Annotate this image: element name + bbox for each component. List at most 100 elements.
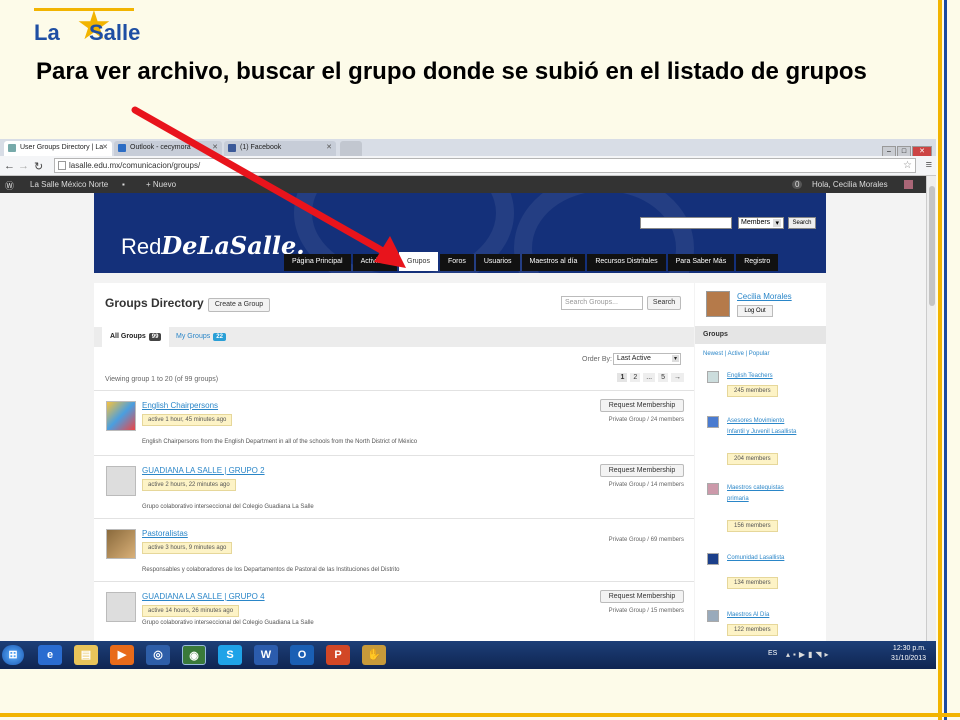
- forward-icon[interactable]: →: [18, 160, 29, 172]
- clock-time: 12:30 p.m.: [892, 645, 926, 652]
- group-icon[interactable]: [707, 371, 719, 383]
- browser-tab-groups[interactable]: User Groups Directory | La ✕: [4, 141, 112, 156]
- page-icon: [8, 144, 16, 152]
- sidebar-group-link[interactable]: Comunidad Lasallista: [727, 553, 797, 564]
- word-icon[interactable]: W: [254, 645, 278, 665]
- menu-item-grupos[interactable]: Grupos: [399, 252, 438, 271]
- next-page-icon[interactable]: →: [671, 373, 684, 382]
- clock[interactable]: 12:30 p.m. 31/10/2013: [891, 644, 926, 664]
- group-name-link[interactable]: English Chairpersons: [142, 401, 218, 410]
- page-link[interactable]: 2: [630, 373, 641, 382]
- scrollbar-thumb[interactable]: [929, 186, 935, 306]
- request-membership-button[interactable]: Request Membership: [600, 590, 684, 603]
- group-icon[interactable]: [707, 610, 719, 622]
- select-value: Members: [741, 219, 771, 226]
- browser-tab-outlook[interactable]: Outlook - cecymora ✕: [114, 141, 222, 156]
- pagination-count: Viewing group 1 to 20 (of 99 groups): [105, 376, 219, 383]
- tab-my-groups[interactable]: My Groups 22: [168, 327, 234, 347]
- close-icon[interactable]: ✕: [212, 143, 218, 151]
- app-icon[interactable]: ✋: [362, 645, 386, 665]
- menu-item-pagina-principal[interactable]: Página Principal: [284, 254, 351, 271]
- admin-new-link[interactable]: + Nuevo: [146, 180, 176, 189]
- page-link[interactable]: 5: [658, 373, 668, 382]
- reload-icon[interactable]: ↻: [34, 160, 43, 173]
- sidebar-group-link[interactable]: Maestros catequistas primaria: [727, 483, 797, 505]
- messenger-icon[interactable]: ◎: [146, 645, 170, 665]
- skype-icon[interactable]: S: [218, 645, 242, 665]
- language-indicator[interactable]: ES: [768, 650, 777, 657]
- browser-window: User Groups Directory | La ✕ Outlook - c…: [0, 139, 936, 642]
- request-membership-button[interactable]: Request Membership: [600, 399, 684, 412]
- groups-search-input[interactable]: Search Groups...: [561, 296, 643, 310]
- tab-label: My Groups: [176, 333, 211, 340]
- comment-icon[interactable]: ▪: [122, 180, 125, 189]
- outlook-taskbar-icon[interactable]: O: [290, 645, 314, 665]
- admin-greeting[interactable]: Hola, Cecilia Morales: [812, 180, 888, 189]
- wordpress-icon[interactable]: Ⓦ: [5, 179, 14, 192]
- sidebar-group-link[interactable]: Maestros Al Día: [727, 610, 797, 621]
- tab-all-groups[interactable]: All Groups 99: [102, 327, 170, 347]
- admin-avatar[interactable]: [904, 180, 913, 189]
- main-menu: Página Principal Actividad Grupos Foros …: [284, 252, 780, 271]
- group-icon[interactable]: [707, 483, 719, 495]
- order-by-select[interactable]: Last Active ▾: [613, 353, 681, 365]
- sidebar-group-link[interactable]: English Teachers: [727, 371, 797, 382]
- group-name-link[interactable]: GUADIANA LA SALLE | GRUPO 2: [142, 466, 265, 475]
- notification-count[interactable]: 0: [792, 180, 803, 189]
- avatar[interactable]: [706, 291, 730, 317]
- menu-item-saber-mas[interactable]: Para Saber Más: [667, 254, 735, 271]
- groups-search-button[interactable]: Search: [647, 296, 681, 310]
- group-description: Grupo colaborativo interseccional del Co…: [142, 620, 314, 626]
- create-group-button[interactable]: Create a Group: [208, 298, 270, 312]
- media-player-icon[interactable]: ▶: [110, 645, 134, 665]
- header-search-button[interactable]: Search: [788, 217, 816, 229]
- menu-item-usuarios[interactable]: Usuarios: [475, 254, 520, 271]
- url-text: lasalle.edu.mx/comunicacion/groups/: [69, 161, 201, 170]
- start-button[interactable]: ⊞: [2, 645, 24, 665]
- request-membership-button[interactable]: Request Membership: [600, 464, 684, 477]
- powerpoint-icon[interactable]: P: [326, 645, 350, 665]
- group-name-link[interactable]: GUADIANA LA SALLE | GRUPO 4: [142, 592, 265, 601]
- menu-icon[interactable]: ≡: [926, 159, 932, 171]
- group-meta: Private Group / 69 members: [608, 537, 684, 543]
- user-name-link[interactable]: Cecilia Morales: [737, 292, 792, 301]
- site-brand[interactable]: RedDeLaSalle.: [121, 231, 305, 260]
- menu-item-maestros[interactable]: Maestros al día: [521, 254, 586, 271]
- page-link[interactable]: 1: [617, 373, 628, 382]
- chrome-icon[interactable]: ◉: [182, 645, 206, 665]
- scrollbar[interactable]: [926, 176, 936, 642]
- slide-border-blue: [944, 0, 947, 720]
- url-field[interactable]: lasalle.edu.mx/comunicacion/groups/ ☆: [54, 158, 916, 173]
- group-icon[interactable]: [707, 416, 719, 428]
- ie-icon[interactable]: e: [38, 645, 62, 665]
- explorer-icon[interactable]: ▤: [74, 645, 98, 665]
- group-avatar[interactable]: [106, 466, 136, 496]
- group-icon[interactable]: [707, 553, 719, 565]
- menu-item-foros[interactable]: Foros: [439, 254, 474, 271]
- browser-tab-facebook[interactable]: (1) Facebook ✕: [224, 141, 336, 156]
- menu-item-actividad[interactable]: Actividad: [352, 254, 397, 271]
- new-tab-button[interactable]: [340, 141, 362, 156]
- group-avatar[interactable]: [106, 592, 136, 622]
- logout-button[interactable]: Log Out: [737, 305, 773, 317]
- admin-site-link[interactable]: La Salle México Norte: [30, 180, 108, 189]
- group-avatar[interactable]: [106, 401, 136, 431]
- sidebar-group-filters[interactable]: Newest | Active | Popular: [703, 351, 769, 357]
- group-avatar[interactable]: [106, 529, 136, 559]
- header-search-input[interactable]: [640, 217, 732, 229]
- group-name-link[interactable]: Pastoralistas: [142, 529, 188, 538]
- count-badge: 22: [213, 333, 226, 341]
- close-icon[interactable]: ✕: [326, 143, 332, 151]
- menu-item-recursos[interactable]: Recursos Distritales: [587, 254, 666, 271]
- sidebar-group-link[interactable]: Asesores Movimiento Infantil y Juvenil L…: [727, 416, 797, 438]
- menu-item-registro[interactable]: Registro: [736, 254, 779, 271]
- bookmark-star-icon[interactable]: ☆: [903, 160, 912, 171]
- header-search-select[interactable]: Members ▾: [738, 217, 784, 229]
- tray-icons[interactable]: ▴▪▶▮◥▸: [786, 650, 832, 659]
- close-icon[interactable]: ✕: [102, 143, 108, 151]
- slide-border-gold: [938, 0, 942, 720]
- tab-label: (1) Facebook: [240, 144, 282, 151]
- back-icon[interactable]: ←: [4, 160, 15, 172]
- member-count-badge: 156 members: [727, 520, 778, 532]
- groups-directory: Groups Directory Create a Group Search G…: [94, 283, 694, 642]
